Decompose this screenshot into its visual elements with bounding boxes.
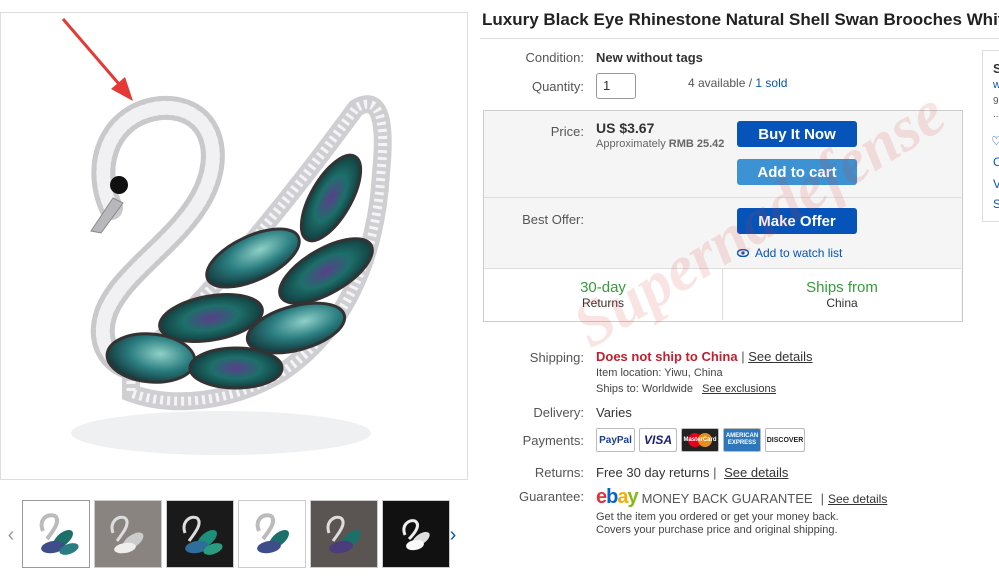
thumbnail[interactable] xyxy=(22,500,90,568)
best-offer-label: Best Offer: xyxy=(522,212,584,227)
approx-prefix: Approximately xyxy=(596,138,666,150)
mastercard-text: MasterCard xyxy=(683,437,717,443)
thumbnail[interactable] xyxy=(94,500,162,568)
returns-line: Free 30 day returns | See details xyxy=(596,465,788,480)
guarantee-line1: Get the item you ordered or get your mon… xyxy=(596,511,839,523)
shipping-label: Shipping: xyxy=(529,350,584,365)
see-exclusions-link[interactable]: See exclusions xyxy=(702,383,776,395)
condition-label: Condition: xyxy=(525,50,584,65)
guarantee-label: Guarantee: xyxy=(518,489,584,504)
ebay-a: a xyxy=(617,486,628,508)
swan-thumbnail-image xyxy=(110,515,144,554)
mastercard-logo: MasterCard xyxy=(681,428,719,452)
separator: | xyxy=(820,491,824,506)
amex-logo: AMERICAN EXPRESS xyxy=(723,428,761,452)
returns-label: Returns: xyxy=(534,465,584,480)
seller-letter[interactable]: V xyxy=(993,177,999,191)
guarantee-see-details-link[interactable]: See details xyxy=(828,492,887,506)
shipping-line: Does not ship to China | See details xyxy=(596,349,813,364)
available-count: 4 available / xyxy=(688,76,753,90)
heart-icon[interactable]: ♡ xyxy=(991,134,999,148)
seller-panel: S w 9 .. ♡ C V S xyxy=(982,50,999,222)
red-arrow-annotation xyxy=(61,18,133,101)
money-back-guarantee: MONEY BACK GUARANTEE xyxy=(641,491,813,506)
seller-letter: 9 xyxy=(993,96,999,107)
ships-to: Ships to: Worldwide xyxy=(596,383,694,395)
seller-letter[interactable]: S xyxy=(993,197,999,211)
swan-thumbnail-image xyxy=(402,519,430,551)
swan-thumbnail-image xyxy=(326,515,361,554)
chevron-right-icon: › xyxy=(449,523,457,546)
returns-see-details-link[interactable]: See details xyxy=(724,465,788,480)
swan-thumbnail-image xyxy=(182,515,223,555)
price-approx: Approximately RMB 25.42 xyxy=(596,138,724,150)
item-location: Item location: Yiwu, China xyxy=(596,367,723,379)
ebay-e: e xyxy=(596,486,607,508)
feature-ships-from: Ships from China xyxy=(723,279,961,310)
payments-label: Payments: xyxy=(522,433,584,448)
paypal-logo: PayPal xyxy=(596,428,635,452)
approx-value: RMB 25.42 xyxy=(668,138,725,150)
separator: | xyxy=(713,465,717,480)
seller-letter: .. xyxy=(993,109,999,120)
seller-letter[interactable]: C xyxy=(993,155,999,169)
payment-methods: PayPal VISA MasterCard AMERICAN EXPRESS … xyxy=(596,428,805,452)
sold-link[interactable]: 1 sold xyxy=(755,76,787,90)
discover-logo: DISCOVER xyxy=(765,428,805,452)
thumb-prev-button[interactable]: ‹ xyxy=(0,510,22,560)
swan-thumbnail-image xyxy=(39,513,79,555)
price-label: Price: xyxy=(550,124,584,139)
thumbnail[interactable] xyxy=(166,500,234,568)
swan-thumbnail-image xyxy=(255,513,289,554)
thumbnail[interactable] xyxy=(310,500,378,568)
ebay-logo: ebay xyxy=(596,486,639,509)
ships-to-line: Ships to: Worldwide See exclusions xyxy=(596,383,776,395)
thumb-next-button[interactable]: › xyxy=(442,510,464,560)
ebay-y: y xyxy=(627,486,638,508)
guarantee-line: ebay MONEY BACK GUARANTEE | See details xyxy=(596,486,887,509)
delivery-value: Varies xyxy=(596,405,632,420)
product-title: Luxury Black Eye Rhinestone Natural Shel… xyxy=(482,10,999,29)
delivery-label: Delivery: xyxy=(533,405,584,420)
availability: 4 available / 1 sold xyxy=(688,76,787,90)
thumbnail[interactable] xyxy=(382,500,450,568)
shipping-see-details-link[interactable]: See details xyxy=(748,349,812,364)
returns-value: Free 30 day returns xyxy=(596,465,710,480)
quantity-input[interactable]: 1 xyxy=(596,73,636,99)
condition-value: New without tags xyxy=(596,50,703,65)
divider xyxy=(480,38,999,39)
guarantee-line2: Covers your purchase price and original … xyxy=(596,524,838,536)
thumbnail[interactable] xyxy=(238,500,306,568)
visa-logo: VISA xyxy=(639,428,677,452)
separator: | xyxy=(741,349,745,364)
feature-ships-small: China xyxy=(826,296,858,310)
feature-ships-big: Ships from xyxy=(806,279,878,296)
chevron-left-icon: ‹ xyxy=(7,523,15,546)
quantity-label: Quantity: xyxy=(531,79,584,94)
ebay-b: b xyxy=(606,486,618,508)
seller-letter[interactable]: w xyxy=(993,79,999,91)
price-value: US $3.67 xyxy=(596,120,655,136)
seller-letter: S xyxy=(993,61,999,76)
thumbnail-strip xyxy=(22,500,450,568)
